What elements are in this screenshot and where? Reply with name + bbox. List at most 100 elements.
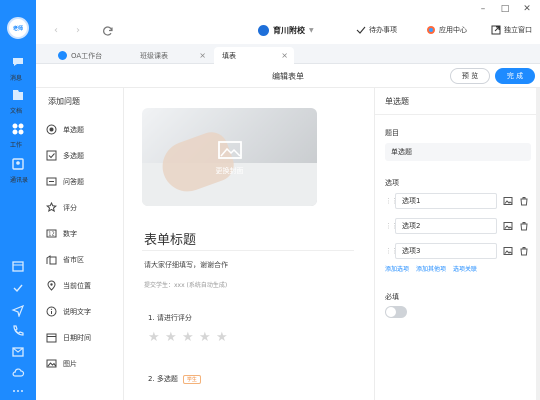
app-center-button[interactable]: 应用中心 bbox=[426, 25, 467, 35]
star-icon[interactable]: ★ bbox=[148, 331, 160, 344]
close-window-button[interactable]: ✕ bbox=[522, 4, 532, 14]
panel-title: 添加问题 bbox=[48, 97, 80, 106]
option-input[interactable]: 选项2 bbox=[395, 217, 497, 234]
option-input[interactable]: 选项1 bbox=[395, 192, 497, 209]
question-1-title[interactable]: 1. 请进行评分 bbox=[148, 313, 192, 323]
trash-icon[interactable] bbox=[519, 221, 529, 231]
status-badge: 学生 bbox=[182, 374, 201, 384]
scrollbar[interactable] bbox=[536, 88, 540, 400]
calendar-icon[interactable] bbox=[11, 259, 25, 273]
option-actions: 添加选项 添加其他项 选项关联 bbox=[385, 264, 484, 273]
option-input[interactable]: 选项3 bbox=[395, 242, 497, 259]
option-association-link[interactable]: 选项关联 bbox=[453, 264, 477, 273]
editor-header: 编辑表单 预 览 完 成 bbox=[36, 64, 540, 88]
maximize-button[interactable]: □ bbox=[500, 4, 510, 14]
close-icon[interactable]: × bbox=[281, 51, 288, 60]
minimize-button[interactable]: – bbox=[478, 4, 488, 14]
forward-button[interactable]: › bbox=[72, 25, 84, 37]
star-icon[interactable]: ★ bbox=[199, 331, 211, 344]
image-icon bbox=[218, 141, 242, 159]
question-type-multi-choice[interactable]: 多选题 bbox=[46, 150, 84, 161]
trash-icon[interactable] bbox=[519, 196, 529, 206]
tab-oa[interactable]: OA工作台 bbox=[50, 47, 130, 64]
question-type-location[interactable]: 当前位置 bbox=[46, 280, 91, 291]
number-icon: 12 bbox=[46, 229, 57, 238]
trash-icon[interactable] bbox=[519, 246, 529, 256]
tab-label: 班级课表 bbox=[140, 51, 168, 60]
tab-fill-form[interactable]: 填表 × bbox=[214, 47, 294, 64]
grid-icon bbox=[12, 123, 24, 135]
submitter-field: 提交学生：xxx (系统自动生成) bbox=[144, 282, 228, 289]
cloud-icon[interactable] bbox=[11, 366, 25, 380]
drag-handle-icon[interactable]: ⋮⋮ bbox=[385, 222, 398, 230]
todo-label: 待办事项 bbox=[369, 26, 397, 34]
image-icon[interactable] bbox=[503, 246, 513, 256]
required-toggle[interactable] bbox=[385, 306, 407, 318]
image-icon[interactable] bbox=[503, 196, 513, 206]
question-type-number[interactable]: 12 数字 bbox=[46, 228, 77, 239]
phone-icon[interactable] bbox=[11, 324, 25, 338]
panel-title: 单选题 bbox=[385, 97, 409, 106]
send-icon[interactable] bbox=[11, 303, 25, 317]
add-question-panel: 添加问题 单选题 多选题 问答题 评分 12 数字 省市区 当前位置 说明文字 … bbox=[36, 88, 124, 400]
question-type-single-choice[interactable]: 单选题 bbox=[46, 124, 84, 135]
image-icon[interactable] bbox=[503, 221, 513, 231]
question-type-label: 说明文字 bbox=[63, 307, 91, 316]
star-icon[interactable]: ★ bbox=[165, 331, 177, 344]
question-type-label: 当前位置 bbox=[63, 281, 91, 290]
drag-handle-icon[interactable]: ⋮⋮ bbox=[385, 197, 398, 205]
add-option-link[interactable]: 添加选项 bbox=[385, 264, 409, 273]
todo-button[interactable]: 待办事项 bbox=[356, 25, 397, 35]
question-type-region[interactable]: 省市区 bbox=[46, 254, 84, 265]
question-type-label: 日期时间 bbox=[63, 333, 91, 342]
question-type-description[interactable]: 说明文字 bbox=[46, 306, 91, 317]
close-icon[interactable]: × bbox=[199, 51, 206, 60]
avatar-text: 老师 bbox=[12, 25, 23, 32]
question-type-label: 省市区 bbox=[63, 255, 84, 264]
check-icon[interactable] bbox=[11, 281, 25, 295]
done-button[interactable]: 完 成 bbox=[495, 68, 535, 84]
star-icon[interactable]: ★ bbox=[216, 331, 228, 344]
mail-icon[interactable] bbox=[11, 345, 25, 359]
refresh-icon[interactable] bbox=[102, 25, 114, 37]
option-row: ⋮⋮ 选项3 bbox=[385, 242, 535, 259]
question-type-image[interactable]: 图片 bbox=[46, 358, 77, 369]
drag-handle-icon[interactable]: ⋮⋮ bbox=[385, 247, 398, 255]
image-icon bbox=[46, 359, 57, 368]
location-icon bbox=[47, 280, 56, 291]
building-icon bbox=[46, 255, 57, 265]
sidebar-item-messages[interactable]: 消息 bbox=[0, 55, 36, 82]
form-description[interactable]: 请大家仔细填写，谢谢合作 bbox=[144, 260, 228, 270]
cover-image[interactable]: 更换封面 bbox=[142, 108, 317, 206]
document-icon bbox=[13, 90, 23, 100]
title-input[interactable]: 单选题 bbox=[385, 143, 531, 161]
app-center-icon bbox=[427, 26, 435, 34]
preview-button[interactable]: 预 览 bbox=[450, 68, 490, 84]
org-switcher[interactable]: 育川附校 ▼ bbox=[258, 25, 314, 36]
chevron-down-icon: ▼ bbox=[309, 27, 314, 34]
question-type-rating[interactable]: 评分 bbox=[46, 202, 77, 213]
sidebar-item-contacts[interactable]: 通讯录 bbox=[0, 157, 36, 184]
more-icon[interactable] bbox=[11, 384, 25, 398]
divider bbox=[142, 250, 354, 251]
sidebar-item-label: 工作 bbox=[10, 142, 23, 149]
sidebar-item-documents[interactable]: 文档 bbox=[0, 88, 36, 115]
question-type-label: 数字 bbox=[63, 229, 77, 238]
back-button[interactable]: ‹ bbox=[50, 25, 62, 37]
star-icon[interactable]: ★ bbox=[182, 331, 194, 344]
avatar[interactable]: 老师 bbox=[7, 17, 29, 39]
sidebar-item-work[interactable]: 工作 bbox=[0, 122, 36, 149]
form-title[interactable]: 表单标题 bbox=[144, 229, 196, 248]
change-cover-label: 更换封面 bbox=[215, 167, 244, 175]
add-other-link[interactable]: 添加其他项 bbox=[416, 264, 446, 273]
question-2-label: 2. 多选题 bbox=[148, 375, 178, 383]
question-2-title[interactable]: 2. 多选题 学生 bbox=[148, 374, 201, 384]
divider bbox=[375, 114, 540, 115]
question-type-datetime[interactable]: 日期时间 bbox=[46, 332, 91, 343]
sidebar-item-label: 通讯录 bbox=[10, 177, 29, 184]
org-name: 育川附校 bbox=[273, 26, 305, 35]
standalone-window-button[interactable]: 独立窗口 bbox=[491, 25, 532, 35]
calendar-icon bbox=[46, 333, 57, 343]
question-type-text[interactable]: 问答题 bbox=[46, 176, 84, 187]
tab-class-schedule[interactable]: 班级课表 × bbox=[132, 47, 212, 64]
